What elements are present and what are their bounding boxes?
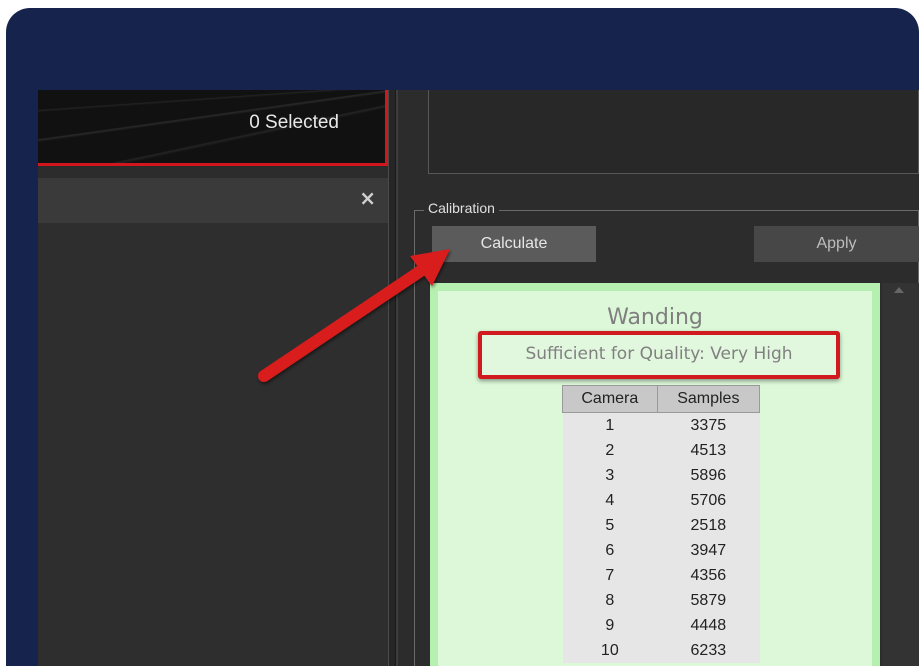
- table-row: 6 3947: [562, 538, 760, 563]
- quality-highlight-box: Sufficient for Quality: Very High: [478, 331, 840, 379]
- report-title: Wanding: [607, 305, 703, 330]
- scroll-up-icon[interactable]: [894, 287, 904, 293]
- column-header-samples: Samples: [656, 385, 761, 413]
- left-panel-body: [38, 223, 388, 666]
- upper-panel-box: [428, 90, 919, 174]
- calculate-button[interactable]: Calculate: [432, 226, 596, 262]
- column-header-camera: Camera: [562, 385, 658, 413]
- samples-cell: 5706: [657, 488, 760, 513]
- table-row: 4 5706: [562, 488, 760, 513]
- samples-cell: 6233: [657, 638, 760, 663]
- samples-cell: 4356: [657, 563, 760, 588]
- wanding-report-body: Wanding Sufficient for Quality: Very Hig…: [438, 291, 872, 666]
- table-row: 3 5896: [562, 463, 760, 488]
- camera-cell: 2: [562, 438, 658, 463]
- camera-samples-table: Camera Samples 1 3375 2 4513 3 5896 4 5706 5…: [562, 385, 761, 663]
- wanding-report: Wanding Sufficient for Quality: Very Hig…: [430, 283, 880, 666]
- samples-cell: 2518: [657, 513, 760, 538]
- presentation-frame: 0 Selected × Calibration Calculate Apply…: [6, 8, 919, 666]
- report-scrollbar[interactable]: [882, 283, 919, 666]
- table-row: 1 3375: [562, 412, 760, 438]
- table-row: 10 6233: [562, 638, 760, 663]
- table-row: 5 2518: [562, 513, 760, 538]
- samples-cell: 5896: [657, 463, 760, 488]
- close-icon[interactable]: ×: [359, 186, 376, 210]
- table-row: 7 4356: [562, 563, 760, 588]
- camera-cell: 3: [562, 463, 658, 488]
- calibration-group-label: Calibration: [424, 200, 499, 216]
- panel-splitter-edge: [396, 90, 398, 666]
- samples-cell: 3947: [657, 538, 760, 563]
- quality-status: Sufficient for Quality: Very High: [525, 344, 793, 364]
- camera-cell: 9: [562, 613, 658, 638]
- camera-cell: 6: [562, 538, 658, 563]
- camera-cell: 8: [562, 588, 658, 613]
- samples-cell: 4513: [657, 438, 760, 463]
- camera-cell: 5: [562, 513, 658, 538]
- camera-cell: 1: [562, 412, 658, 438]
- samples-cell: 3375: [657, 412, 760, 438]
- table-row: 8 5879: [562, 588, 760, 613]
- panel-header: ×: [38, 178, 388, 223]
- selection-count: 0 Selected: [249, 112, 339, 133]
- table-row: 9 4448: [562, 613, 760, 638]
- application-window: 0 Selected × Calibration Calculate Apply…: [38, 90, 919, 666]
- samples-cell: 4448: [657, 613, 760, 638]
- table-row: 2 4513: [562, 438, 760, 463]
- camera-cell: 7: [562, 563, 658, 588]
- camera-cell: 10: [562, 638, 658, 663]
- camera-cell: 4: [562, 488, 658, 513]
- panel-splitter[interactable]: [388, 90, 396, 666]
- viewport-panel[interactable]: 0 Selected: [38, 90, 388, 166]
- samples-cell: 5879: [657, 588, 760, 613]
- apply-button[interactable]: Apply: [754, 226, 919, 262]
